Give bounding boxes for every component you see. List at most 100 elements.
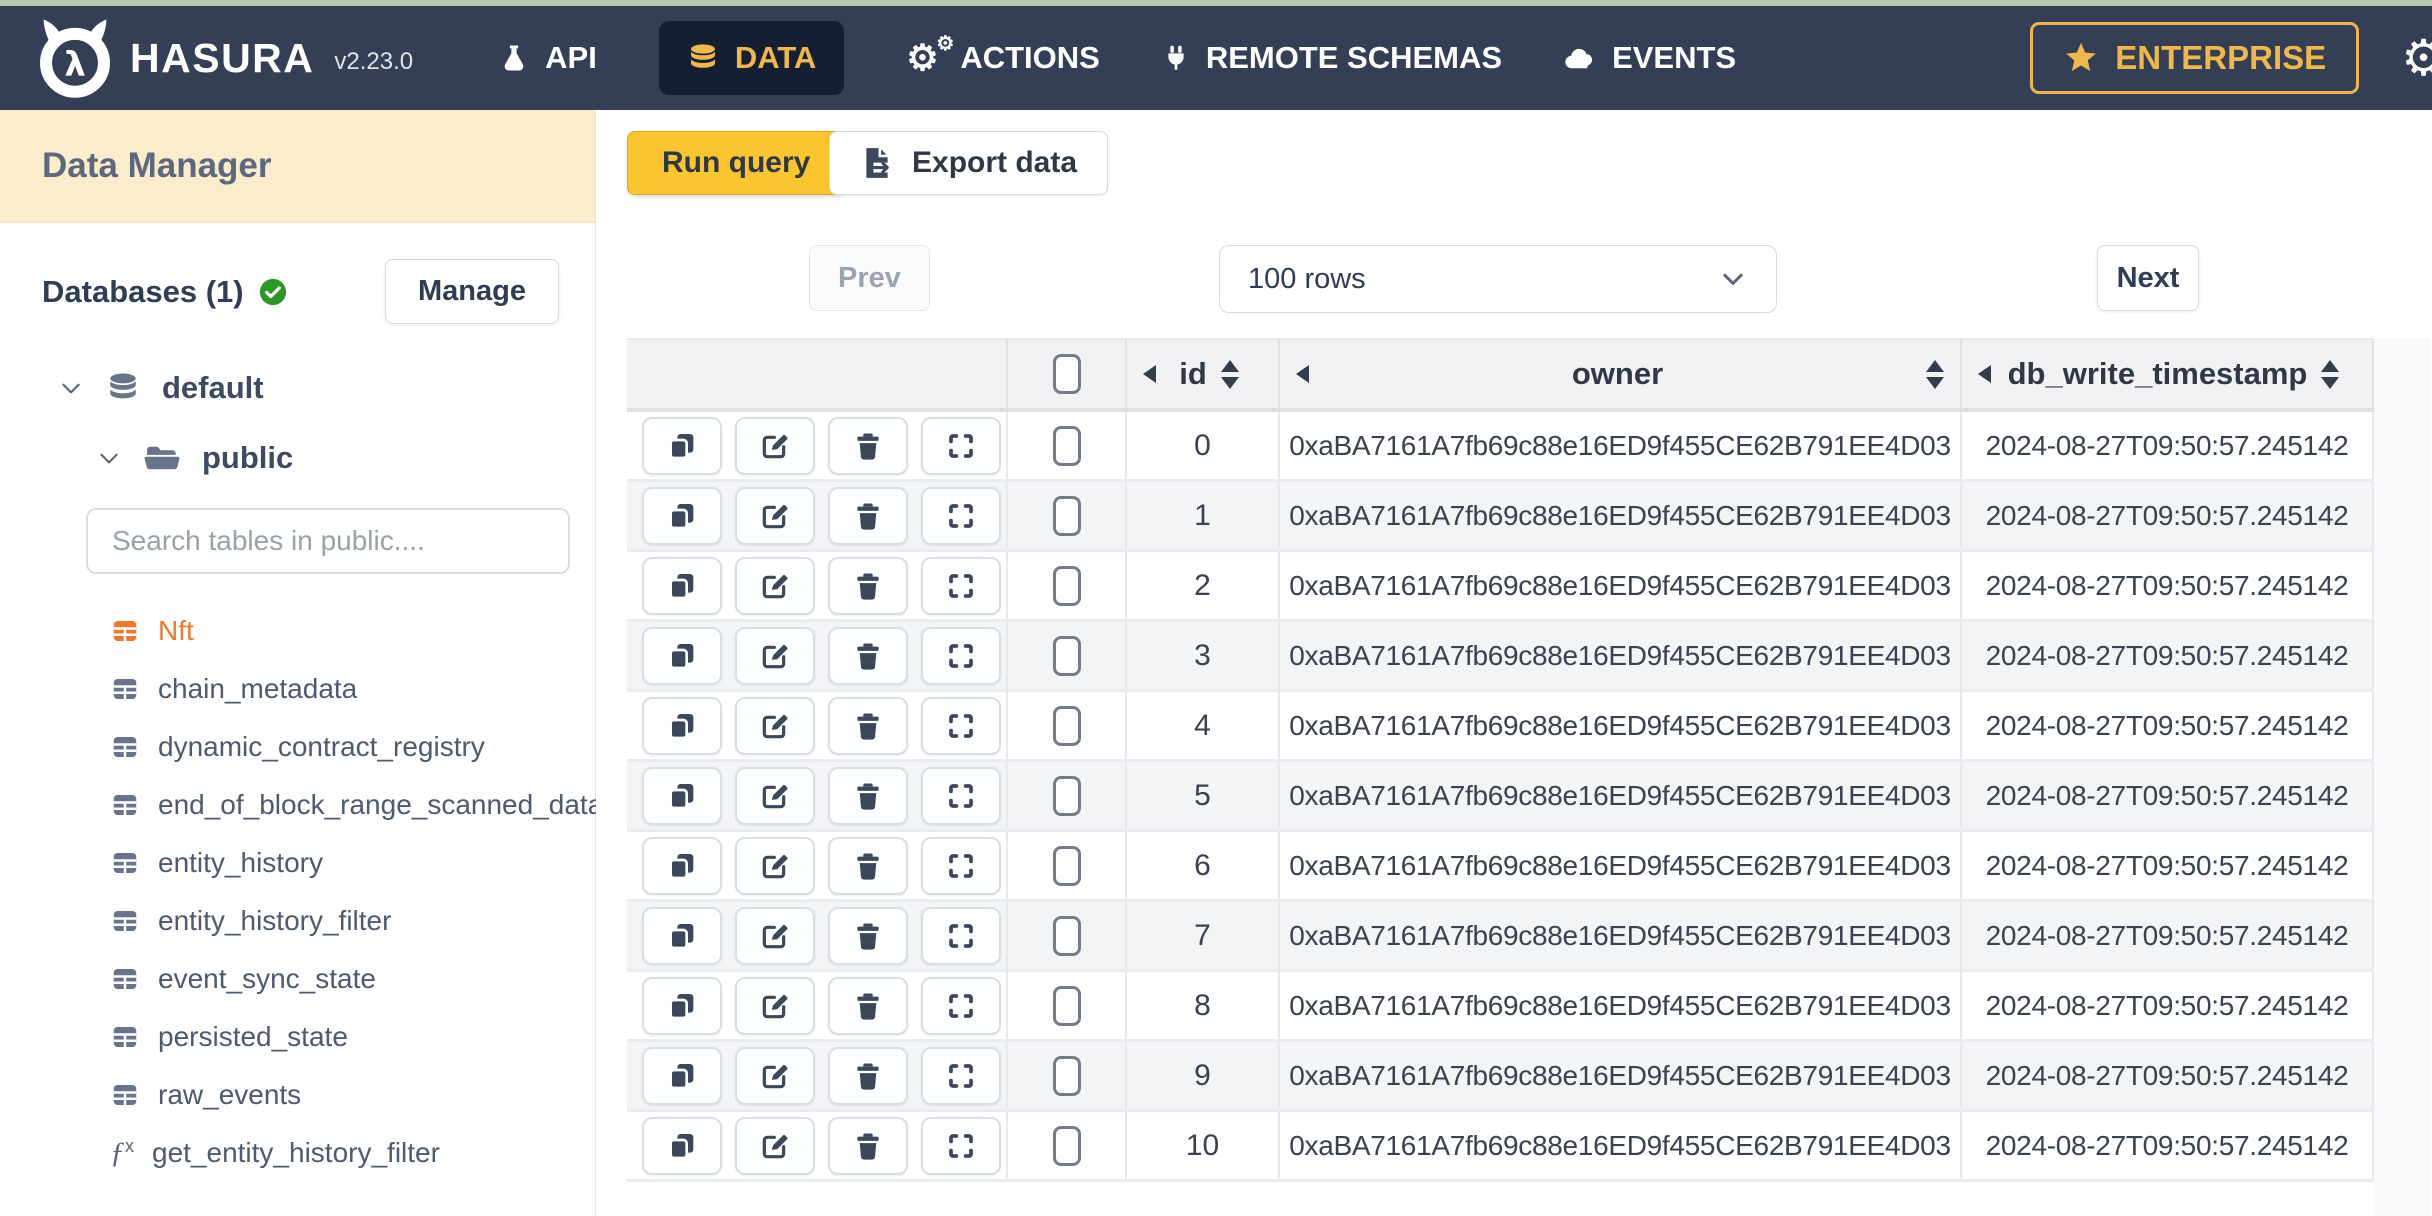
edit-row-button[interactable] — [735, 556, 815, 615]
delete-row-button[interactable] — [828, 696, 908, 755]
sidebar-table-item-entity_history_filter[interactable]: entity_history_filter — [0, 892, 595, 950]
delete-row-button[interactable] — [828, 906, 908, 965]
prev-page-button[interactable]: Prev — [809, 245, 930, 311]
row-checkbox[interactable] — [1052, 1125, 1081, 1166]
sidebar-table-item-chain_metadata[interactable]: chain_metadata — [0, 660, 595, 718]
row-checkbox[interactable] — [1052, 705, 1081, 746]
sidebar-table-item-raw_events[interactable]: raw_events — [0, 1066, 595, 1124]
clone-row-button[interactable] — [642, 416, 722, 475]
expand-row-button[interactable] — [921, 766, 1001, 825]
header-column-owner[interactable]: owner — [1280, 340, 1962, 408]
expand-row-button[interactable] — [921, 1116, 1001, 1175]
delete-row-button[interactable] — [828, 976, 908, 1035]
expand-row-button[interactable] — [921, 556, 1001, 615]
collapse-column-icon[interactable] — [1978, 365, 1991, 383]
delete-row-button[interactable] — [828, 1046, 908, 1105]
nav-item-actions[interactable]: ⚙ ⚙ ACTIONS — [906, 33, 1100, 77]
rows-per-page-select[interactable]: 100 rows — [1219, 245, 1777, 313]
edit-row-button[interactable] — [735, 976, 815, 1035]
row-checkbox[interactable] — [1052, 495, 1081, 536]
clone-row-button[interactable] — [642, 976, 722, 1035]
version-label[interactable]: v2.23.0 — [334, 48, 413, 76]
sort-icon[interactable] — [1220, 359, 1239, 389]
edit-row-button[interactable] — [735, 906, 815, 965]
clone-row-button[interactable] — [642, 626, 722, 685]
sidebar-table-item-entity_history[interactable]: entity_history — [0, 834, 595, 892]
row-checkbox[interactable] — [1052, 425, 1081, 466]
expand-row-button[interactable] — [921, 1046, 1001, 1105]
sidebar-table-item-dynamic_contract_registry[interactable]: dynamic_contract_registry — [0, 718, 595, 776]
manage-button[interactable]: Manage — [385, 259, 559, 324]
next-page-button[interactable]: Next — [2097, 245, 2199, 311]
sidebar-table-item-get_entity_history_filter[interactable]: ƒx get_entity_history_filter — [0, 1124, 595, 1182]
header-column-id[interactable]: id — [1127, 340, 1280, 408]
clone-row-button[interactable] — [642, 836, 722, 895]
table-row: 6 0xaBA7161A7fb69c88e16ED9f455CE62B791EE… — [627, 832, 2374, 902]
clone-row-button[interactable] — [642, 766, 722, 825]
clone-row-button[interactable] — [642, 1116, 722, 1175]
edit-row-button[interactable] — [735, 486, 815, 545]
row-checkbox[interactable] — [1052, 635, 1081, 676]
delete-row-button[interactable] — [828, 626, 908, 685]
collapse-column-icon[interactable] — [1296, 365, 1309, 383]
chevron-down-icon[interactable] — [58, 375, 84, 401]
delete-row-button[interactable] — [828, 556, 908, 615]
row-actions-cell — [627, 552, 1008, 619]
tree-item-public[interactable]: public — [96, 440, 595, 476]
nav-item-events[interactable]: EVENTS — [1564, 40, 1736, 76]
header-column-db-write-timestamp[interactable]: db_write_timestamp — [1962, 340, 2374, 408]
edit-row-button[interactable] — [735, 696, 815, 755]
expand-row-button[interactable] — [921, 906, 1001, 965]
nav-item-data[interactable]: DATA — [658, 21, 845, 95]
sidebar-table-item-Nft[interactable]: Nft — [0, 602, 595, 660]
table-search-input[interactable] — [86, 508, 570, 574]
delete-row-button[interactable] — [828, 416, 908, 475]
edit-row-button[interactable] — [735, 766, 815, 825]
delete-row-button[interactable] — [828, 486, 908, 545]
sidebar-table-item-end_of_block_range_scanned_data[interactable]: end_of_block_range_scanned_data — [0, 776, 603, 834]
delete-row-button[interactable] — [828, 836, 908, 895]
edit-row-button[interactable] — [735, 1046, 815, 1105]
nav-item-api[interactable]: API — [499, 40, 597, 76]
row-checkbox[interactable] — [1052, 985, 1081, 1026]
row-checkbox[interactable] — [1052, 845, 1081, 886]
run-query-button[interactable]: Run query — [627, 131, 846, 195]
row-checkbox[interactable] — [1052, 775, 1081, 816]
sidebar-table-label: Nft — [158, 615, 194, 646]
row-checkbox-cell — [1008, 552, 1127, 619]
delete-row-button[interactable] — [828, 1116, 908, 1175]
delete-row-button[interactable] — [828, 766, 908, 825]
clone-row-button[interactable] — [642, 906, 722, 965]
chevron-down-icon[interactable] — [96, 445, 122, 471]
expand-row-button[interactable] — [921, 416, 1001, 475]
expand-row-button[interactable] — [921, 836, 1001, 895]
row-checkbox[interactable] — [1052, 1055, 1081, 1096]
sort-icon[interactable] — [1926, 359, 1944, 389]
clone-row-button[interactable] — [642, 696, 722, 755]
enterprise-button[interactable]: ENTERPRISE — [2030, 22, 2360, 94]
collapse-column-icon[interactable] — [1143, 365, 1156, 383]
export-data-button[interactable]: Export data — [829, 131, 1109, 195]
tree-item-default[interactable]: default — [58, 370, 595, 406]
nav-item-remote-schemas[interactable]: REMOTE SCHEMAS — [1162, 40, 1502, 76]
settings-gear-icon[interactable]: ⚙ — [2401, 29, 2432, 87]
export-data-label: Export data — [912, 146, 1078, 179]
sort-icon[interactable] — [2321, 359, 2340, 389]
edit-row-button[interactable] — [735, 836, 815, 895]
clone-row-button[interactable] — [642, 556, 722, 615]
sidebar-table-item-event_sync_state[interactable]: event_sync_state — [0, 950, 595, 1008]
expand-row-button[interactable] — [921, 696, 1001, 755]
edit-row-button[interactable] — [735, 1116, 815, 1175]
sidebar-table-item-persisted_state[interactable]: persisted_state — [0, 1008, 595, 1066]
edit-row-button[interactable] — [735, 416, 815, 475]
edit-row-button[interactable] — [735, 626, 815, 685]
row-checkbox[interactable] — [1052, 915, 1081, 956]
select-all-checkbox[interactable] — [1052, 354, 1081, 394]
expand-row-button[interactable] — [921, 976, 1001, 1035]
clone-row-button[interactable] — [642, 1046, 722, 1105]
clone-row-button[interactable] — [642, 486, 722, 545]
expand-row-button[interactable] — [921, 486, 1001, 545]
row-checkbox[interactable] — [1052, 565, 1081, 606]
hasura-logo-icon[interactable]: λ — [36, 17, 114, 99]
expand-row-button[interactable] — [921, 626, 1001, 685]
